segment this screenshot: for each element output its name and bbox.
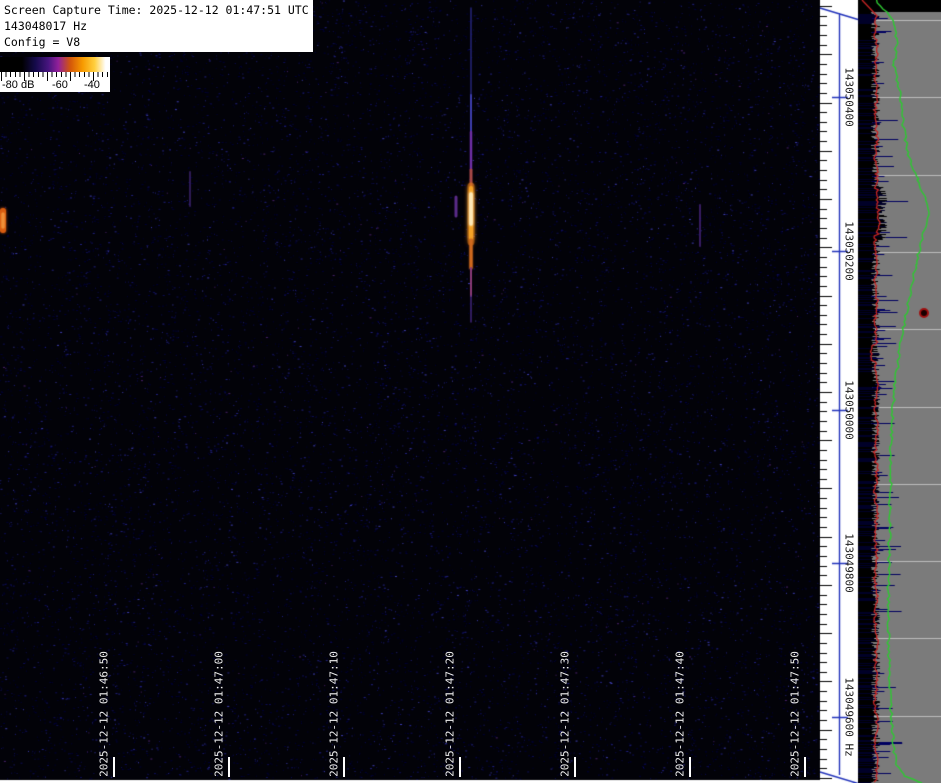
time-tick-label: 2025-12-12 01:47:30 [558, 651, 571, 777]
capture-info-box: Screen Capture Time: 2025-12-12 01:47:51… [0, 0, 313, 52]
time-tick-label: 2025-12-12 01:47:20 [443, 651, 456, 777]
time-tick [574, 757, 576, 777]
frequency-line: 143048017 Hz [4, 18, 313, 34]
time-tick [343, 757, 345, 777]
freq-tick-label: 143050200 [843, 221, 856, 281]
db-label-mid: -60 [52, 79, 68, 91]
freq-tick-label: 143050000 [843, 380, 856, 440]
spectrum-lab-capture: Screen Capture Time: 2025-12-12 01:47:51… [0, 0, 941, 783]
freq-tick-label: 143049800 [843, 533, 856, 593]
time-tick-label: 2025-12-12 01:47:40 [673, 651, 686, 777]
config-line: Config = V8 [4, 34, 313, 50]
time-tick-label: 2025-12-12 01:47:10 [327, 651, 340, 777]
time-tick [689, 757, 691, 777]
freq-tick-label: 143049600 Hz [843, 677, 856, 756]
time-tick [804, 757, 806, 777]
time-tick [459, 757, 461, 777]
freq-tick-label: 143050400 [843, 67, 856, 127]
time-tick [113, 757, 115, 777]
color-scale-legend: -80 dB -60 -40 [0, 57, 110, 92]
time-tick-label: 2025-12-12 01:47:50 [788, 651, 801, 777]
time-tick-label: 2025-12-12 01:46:50 [97, 651, 110, 777]
color-gradient-bar [0, 57, 110, 72]
time-tick [228, 757, 230, 777]
db-label-max: -40 [84, 79, 100, 91]
capture-time-line: Screen Capture Time: 2025-12-12 01:47:51… [4, 2, 313, 18]
db-ruler: -80 dB -60 -40 [0, 72, 110, 92]
time-tick-label: 2025-12-12 01:47:00 [212, 651, 225, 777]
db-label-min: -80 dB [2, 79, 34, 91]
